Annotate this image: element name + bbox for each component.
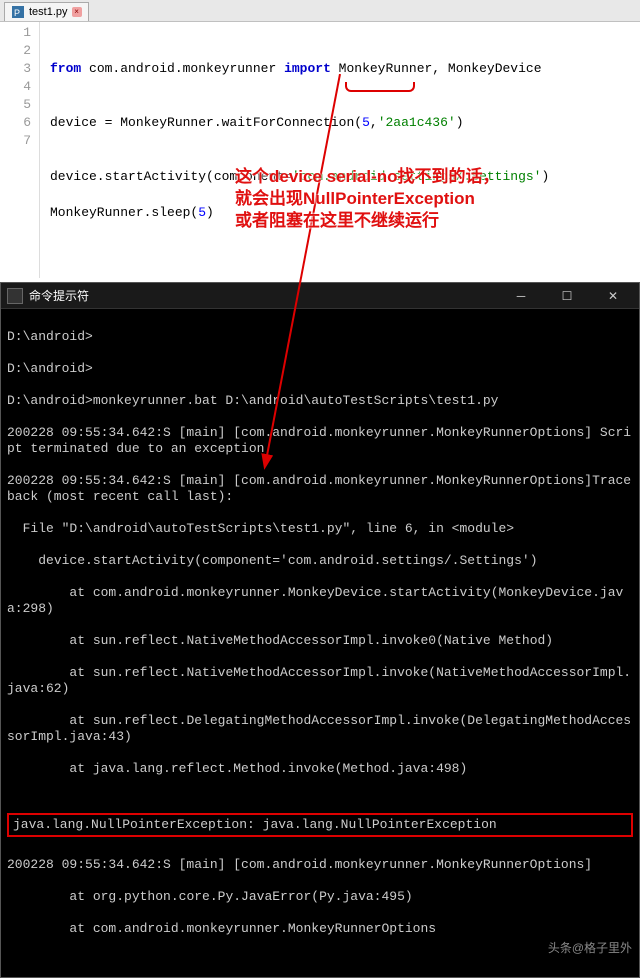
console-line: D:\android> (7, 329, 633, 345)
code-editor: P test1.py × 1234567 from com.android.mo… (0, 0, 640, 278)
tab-label: test1.py (29, 6, 68, 18)
titlebar[interactable]: 命令提示符 ─ ☐ ✕ (1, 283, 639, 309)
annotation-line: 就会出现NullPointerException (235, 188, 500, 210)
annotation-line: 或者阻塞在这里不继续运行 (235, 210, 500, 232)
close-button[interactable]: ✕ (593, 284, 633, 308)
code-lines: from com.android.monkeyrunner import Mon… (40, 22, 549, 278)
console-line: 200228 09:55:34.642:S [main] [com.androi… (7, 473, 633, 505)
console-line: at sun.reflect.NativeMethodAccessorImpl.… (7, 665, 633, 697)
console-line: File "D:\android\autoTestScripts\test1.p… (7, 521, 633, 537)
console-output[interactable]: D:\android> D:\android> D:\android>monke… (1, 309, 639, 977)
line-gutter: 1234567 (0, 22, 40, 278)
console-line: 200228 09:55:34.642:S [main] [com.androi… (7, 857, 633, 873)
close-icon[interactable]: × (72, 7, 82, 17)
python-file-icon: P (11, 5, 25, 19)
console-line: at sun.reflect.DelegatingMethodAccessorI… (7, 713, 633, 745)
watermark: 头条@格子里外 (548, 939, 632, 956)
console-line: at org.python.core.Py.JavaError(Py.java:… (7, 889, 633, 905)
annotation-underline (345, 82, 415, 92)
file-tab[interactable]: P test1.py × (4, 2, 89, 21)
maximize-button[interactable]: ☐ (547, 284, 587, 308)
console-line: at sun.reflect.NativeMethodAccessorImpl.… (7, 633, 633, 649)
console-line: at java.lang.reflect.Method.invoke(Metho… (7, 761, 633, 777)
console-line: at com.android.monkeyrunner.MonkeyRunner… (7, 921, 633, 937)
annotation-line: 这个device serial-no找不到的话， (235, 166, 500, 188)
cmd-icon (7, 288, 23, 304)
code-area[interactable]: 1234567 from com.android.monkeyrunner im… (0, 22, 640, 278)
console-line: D:\android> (7, 361, 633, 377)
console-line: 200228 09:55:34.642:S [main] [com.androi… (7, 425, 633, 457)
svg-text:P: P (14, 8, 20, 18)
window-title: 命令提示符 (29, 287, 89, 304)
tab-bar: P test1.py × (0, 0, 640, 22)
minimize-button[interactable]: ─ (501, 284, 541, 308)
npe-highlight: java.lang.NullPointerException: java.lan… (7, 813, 633, 837)
code-line: from com.android.monkeyrunner import Mon… (50, 60, 549, 78)
command-prompt-window: 命令提示符 ─ ☐ ✕ D:\android> D:\android> D:\a… (0, 282, 640, 978)
code-line: device = MonkeyRunner.waitForConnection(… (50, 114, 549, 132)
annotation-callout: 这个device serial-no找不到的话， 就会出现NullPointer… (235, 166, 500, 232)
console-line: device.startActivity(component='com.andr… (7, 553, 633, 569)
console-line: at com.android.monkeyrunner.MonkeyDevice… (7, 585, 633, 617)
console-line: D:\android>monkeyrunner.bat D:\android\a… (7, 393, 633, 409)
